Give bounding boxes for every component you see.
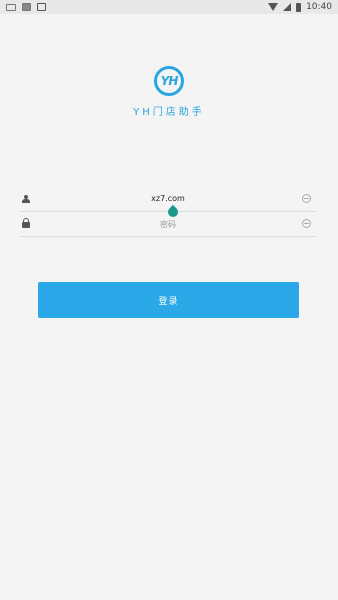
keyboard-icon: [6, 3, 16, 11]
login-button[interactable]: 登录: [38, 282, 299, 318]
password-field[interactable]: 密码: [20, 213, 316, 237]
status-bar-left: [6, 3, 46, 11]
status-bar: 10:40: [0, 0, 338, 14]
logo-mark: YH: [154, 66, 184, 96]
app-logo: YH YH门店助手: [0, 66, 338, 118]
password-input[interactable]: 密码: [20, 219, 316, 230]
username-input[interactable]: xz7.com: [20, 194, 316, 203]
download-icon: [37, 3, 46, 11]
status-bar-right: 10:40: [268, 2, 332, 12]
battery-icon: [296, 2, 302, 12]
photo-icon: [22, 3, 31, 11]
app-title: YH门店助手: [133, 107, 205, 118]
clear-password-icon[interactable]: [302, 219, 311, 228]
wifi-icon: [268, 3, 279, 11]
status-time: 10:40: [306, 2, 332, 12]
signal-icon: [283, 3, 292, 11]
clear-username-icon[interactable]: [302, 194, 311, 203]
